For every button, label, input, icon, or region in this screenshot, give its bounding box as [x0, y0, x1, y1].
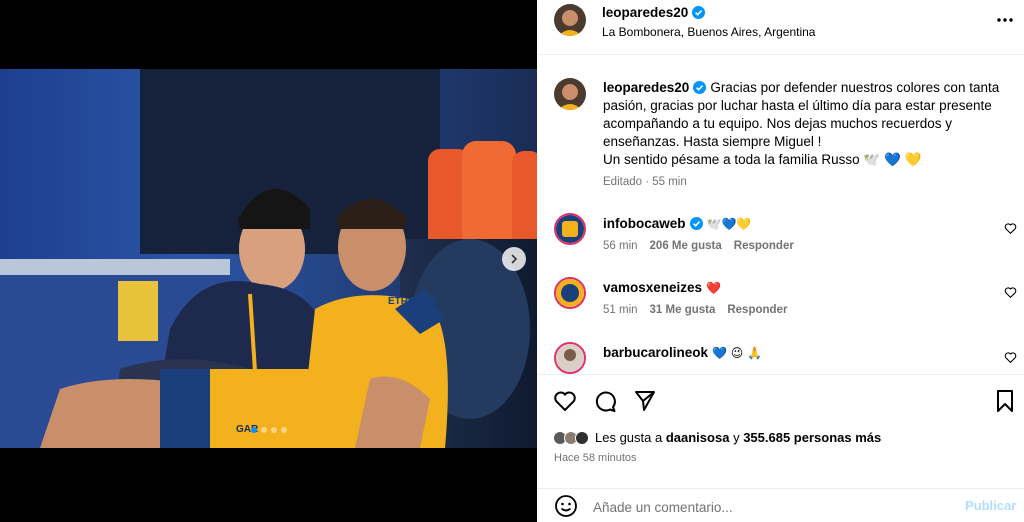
comment-like-heart-icon[interactable] — [1004, 286, 1017, 299]
comment-time: 56 min — [603, 240, 638, 252]
comment-reply-button[interactable]: Responder — [727, 304, 787, 316]
comment-bubble-icon[interactable] — [593, 389, 617, 413]
comment-body: infobocaweb 🕊️💙💛 — [603, 216, 751, 231]
comment-text: 🕊️💙💛 — [706, 216, 752, 231]
verified-badge-icon — [692, 6, 706, 19]
comment-body: barbucarolineok 💙 😉 🙏 — [603, 345, 762, 360]
comments-list[interactable]: leoparedes20 Gracias por defender nuestro… — [537, 56, 1024, 374]
caption-author-avatar[interactable] — [554, 78, 586, 110]
post-sidebar: leoparedes20 La Bombonera, Buenos Aires,… — [537, 0, 1024, 522]
comment-likes[interactable]: 31 Me gusta — [650, 304, 716, 316]
carousel-dot — [281, 427, 287, 433]
post-actions-bar — [537, 374, 1024, 429]
comment-likes[interactable]: 206 Me gusta — [650, 240, 722, 252]
caption-username[interactable]: leoparedes20 — [603, 80, 689, 95]
post-media: ETROGAR GAR — [0, 0, 537, 522]
more-options-icon[interactable] — [995, 12, 1015, 28]
likes-prefix: Les gusta a — [595, 430, 663, 445]
post-header: leoparedes20 La Bombonera, Buenos Aires,… — [537, 0, 1024, 55]
chevron-right-icon — [511, 254, 518, 264]
carousel-indicator — [251, 427, 287, 433]
comment-input[interactable] — [593, 496, 923, 518]
shirt-sponsor-text: ETROGAR — [388, 296, 439, 307]
verified-badge-icon — [693, 81, 707, 94]
comment-meta: 56 min 206 Me gusta Responder — [603, 240, 794, 252]
emoji-picker-icon[interactable] — [554, 494, 578, 518]
commenter-avatar[interactable] — [554, 213, 586, 245]
carousel-dot — [271, 427, 277, 433]
likes-connector: y — [733, 430, 740, 445]
comment-body: vamosxeneizes ❤️ — [603, 280, 721, 295]
publish-button[interactable]: Publicar — [965, 498, 1016, 513]
liker-avatar — [575, 430, 589, 445]
post-location[interactable]: La Bombonera, Buenos Aires, Argentina — [602, 25, 815, 39]
comment-reply-button[interactable]: Responder — [734, 240, 794, 252]
comment-like-heart-icon[interactable] — [1004, 351, 1017, 364]
like-heart-icon[interactable] — [553, 389, 577, 413]
comment-text: 💙 😉 🙏 — [712, 345, 763, 360]
likes-others-count[interactable]: 355.685 personas más — [743, 430, 881, 445]
save-bookmark-icon[interactable] — [993, 389, 1017, 413]
comment-composer: Publicar — [537, 488, 1024, 522]
likes-first-user[interactable]: daanisosa — [666, 430, 730, 445]
post-caption: leoparedes20 Gracias por defender nuestro… — [603, 79, 1008, 169]
comment-item: barbucarolineok 💙 😉 🙏 — [537, 342, 1024, 374]
author-username-row[interactable]: leoparedes20 — [602, 5, 706, 20]
comment-item: infobocaweb 🕊️💙💛 56 min 206 Me gusta Res… — [537, 213, 1024, 277]
author-username[interactable]: leoparedes20 — [602, 5, 688, 20]
commenter-avatar[interactable] — [554, 277, 586, 309]
comment-text: ❤️ — [706, 280, 722, 295]
comment-meta: 51 min 31 Me gusta Responder — [603, 304, 787, 316]
comment-username[interactable]: vamosxeneizes — [603, 280, 702, 295]
caption-edited-time: Editado · 55 min — [603, 176, 687, 188]
comment-username[interactable]: infobocaweb — [603, 216, 686, 231]
comment-username[interactable]: barbucarolineok — [603, 345, 708, 360]
carousel-dot — [251, 427, 257, 433]
commenter-avatar[interactable] — [554, 342, 586, 374]
post-timestamp[interactable]: Hace 58 minutos — [554, 452, 637, 464]
carousel-dot — [261, 427, 267, 433]
comment-like-heart-icon[interactable] — [1004, 222, 1017, 235]
post-photo[interactable]: ETROGAR GAR — [0, 69, 537, 448]
likes-summary[interactable]: Les gusta a daanisosa y 355.685 personas… — [553, 430, 881, 445]
carousel-next-button[interactable] — [502, 247, 526, 271]
author-avatar[interactable] — [554, 4, 586, 36]
verified-badge-icon — [689, 217, 703, 230]
comment-item: vamosxeneizes ❤️ 51 min 31 Me gusta Resp… — [537, 277, 1024, 341]
share-send-icon[interactable] — [633, 389, 657, 413]
comment-time: 51 min — [603, 304, 638, 316]
